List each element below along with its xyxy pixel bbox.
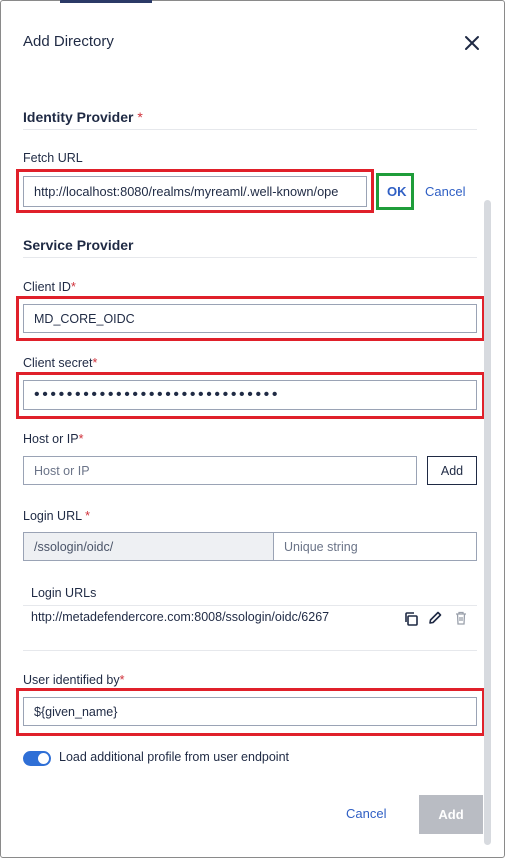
footer-cancel-button[interactable]: Cancel <box>346 806 386 821</box>
user-identified-label: User identified by* <box>23 673 124 687</box>
required-mark: * <box>92 356 98 370</box>
host-label: Host or IP* <box>23 432 83 446</box>
identity-provider-heading-text: Identity Provider <box>23 109 134 125</box>
user-identified-input[interactable]: ${given_name} <box>23 697 477 726</box>
fetch-cancel-button[interactable]: Cancel <box>425 184 465 199</box>
section-divider <box>23 257 477 258</box>
service-provider-heading: Service Provider <box>23 237 134 253</box>
login-url-label-text: Login URL <box>23 509 82 523</box>
scrollbar[interactable] <box>484 200 491 845</box>
footer-add-button[interactable]: Add <box>419 795 483 834</box>
login-url-prefix: /ssologin/oidc/ <box>23 532 274 561</box>
user-identified-label-text: User identified by <box>23 673 120 687</box>
host-label-text: Host or IP <box>23 432 79 446</box>
login-url-item: http://metadefendercore.com:8008/ssologi… <box>31 610 330 624</box>
login-url-label: Login URL * <box>23 509 90 523</box>
fetch-url-label: Fetch URL <box>23 151 83 165</box>
client-id-label: Client ID* <box>23 280 76 294</box>
ok-button[interactable]: OK <box>387 184 407 199</box>
section-divider <box>23 129 477 130</box>
client-secret-input[interactable]: •••••••••••••••••••••••••••••• <box>23 380 477 410</box>
load-profile-label: Load additional profile from user endpoi… <box>59 750 290 764</box>
list-divider <box>23 650 477 651</box>
required-mark: * <box>78 432 84 446</box>
identity-provider-heading: Identity Provider * <box>23 109 143 125</box>
login-url-unique-input[interactable]: Unique string <box>273 532 477 561</box>
list-divider <box>23 605 477 606</box>
trash-icon[interactable] <box>453 610 469 626</box>
host-add-button[interactable]: Add <box>427 456 477 485</box>
top-strip <box>60 0 152 3</box>
required-mark: * <box>119 673 125 687</box>
required-mark: * <box>85 509 90 523</box>
toggle-knob <box>38 753 49 764</box>
required-mark: * <box>137 109 143 125</box>
close-icon[interactable] <box>462 33 482 53</box>
load-profile-toggle[interactable] <box>23 751 51 766</box>
dialog-title: Add Directory <box>23 33 114 50</box>
client-secret-label-text: Client secret <box>23 356 93 370</box>
client-id-label-text: Client ID <box>23 280 71 294</box>
fetch-url-input[interactable]: http://localhost:8080/realms/myreaml/.we… <box>23 176 367 207</box>
edit-icon[interactable] <box>427 610 443 626</box>
required-mark: * <box>70 280 76 294</box>
client-id-input[interactable]: MD_CORE_OIDC <box>23 304 477 333</box>
login-urls-heading: Login URLs <box>31 586 97 600</box>
host-input[interactable]: Host or IP <box>23 456 417 485</box>
copy-icon[interactable] <box>403 611 419 627</box>
client-secret-label: Client secret* <box>23 356 97 370</box>
